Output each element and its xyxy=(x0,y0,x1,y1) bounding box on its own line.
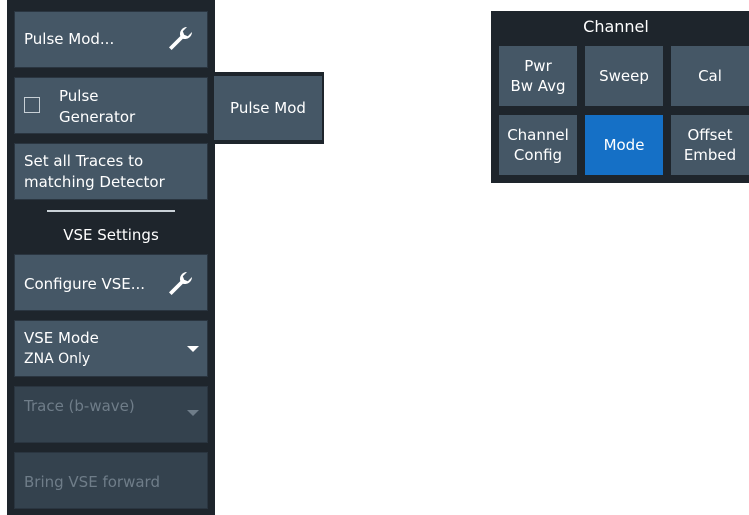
sweep-label: Sweep xyxy=(599,67,649,85)
channel-label: Channel xyxy=(507,126,569,144)
bring-vse-forward-label: Bring VSE forward xyxy=(24,473,160,491)
pulse-generator-line2: Generator xyxy=(59,108,136,126)
wrench-icon xyxy=(165,24,195,58)
channel-title: Channel xyxy=(583,17,649,36)
channel-config-button[interactable]: Channel Config xyxy=(499,115,577,175)
pulse-generator-toggle[interactable]: Pulse Generator xyxy=(14,77,208,134)
offset-embed-button[interactable]: Offset Embed xyxy=(671,115,749,175)
embed-label: Embed xyxy=(683,146,737,164)
bw-avg-label: Bw Avg xyxy=(510,77,566,95)
softkey-panel: Pulse Mod... Pulse Generator Set all Tra… xyxy=(7,0,215,515)
mode-label: Mode xyxy=(603,136,645,154)
channel-panel: Channel Pwr Bw Avg Sweep Cal Channel Con… xyxy=(491,11,749,183)
configure-vse-label: Configure VSE... xyxy=(24,275,146,293)
cal-button[interactable]: Cal xyxy=(671,46,749,106)
offset-label: Offset xyxy=(687,126,733,144)
trace-label: Trace (b-wave) xyxy=(24,397,135,415)
pulse-mod-button[interactable]: Pulse Mod... xyxy=(14,11,208,68)
pwr-bw-avg-button[interactable]: Pwr Bw Avg xyxy=(499,46,577,106)
dropdown-caret-icon xyxy=(187,410,199,416)
set-all-traces-line1: Set all Traces to xyxy=(24,152,144,170)
pulse-mod-tab[interactable]: Pulse Mod xyxy=(214,76,322,140)
wrench-icon xyxy=(165,269,195,303)
vse-mode-label: VSE Mode xyxy=(24,329,99,347)
pulse-mod-label: Pulse Mod... xyxy=(24,30,115,48)
dropdown-caret-icon xyxy=(187,346,199,352)
set-all-traces-button[interactable]: Set all Traces to matching Detector xyxy=(14,143,208,200)
vse-settings-header: VSE Settings xyxy=(63,226,159,244)
pulse-mod-tab-label: Pulse Mod xyxy=(230,99,306,117)
configure-vse-button[interactable]: Configure VSE... xyxy=(14,254,208,311)
sweep-button[interactable]: Sweep xyxy=(585,46,663,106)
set-all-traces-line2: matching Detector xyxy=(24,173,165,191)
mode-button[interactable]: Mode xyxy=(585,115,663,175)
vse-mode-dropdown[interactable]: VSE Mode ZNA Only xyxy=(14,320,208,377)
section-divider xyxy=(47,210,175,212)
bring-vse-forward-button[interactable]: Bring VSE forward xyxy=(14,452,208,509)
pulse-generator-line1: Pulse xyxy=(59,87,99,105)
vse-mode-value: ZNA Only xyxy=(24,351,91,367)
checkbox-icon[interactable] xyxy=(24,97,40,113)
config-label: Config xyxy=(513,146,563,164)
cal-label: Cal xyxy=(698,67,722,85)
pwr-label: Pwr xyxy=(524,57,552,75)
pulse-mod-flyout: Pulse Mod xyxy=(214,72,324,144)
trace-dropdown[interactable]: Trace (b-wave) xyxy=(14,386,208,443)
